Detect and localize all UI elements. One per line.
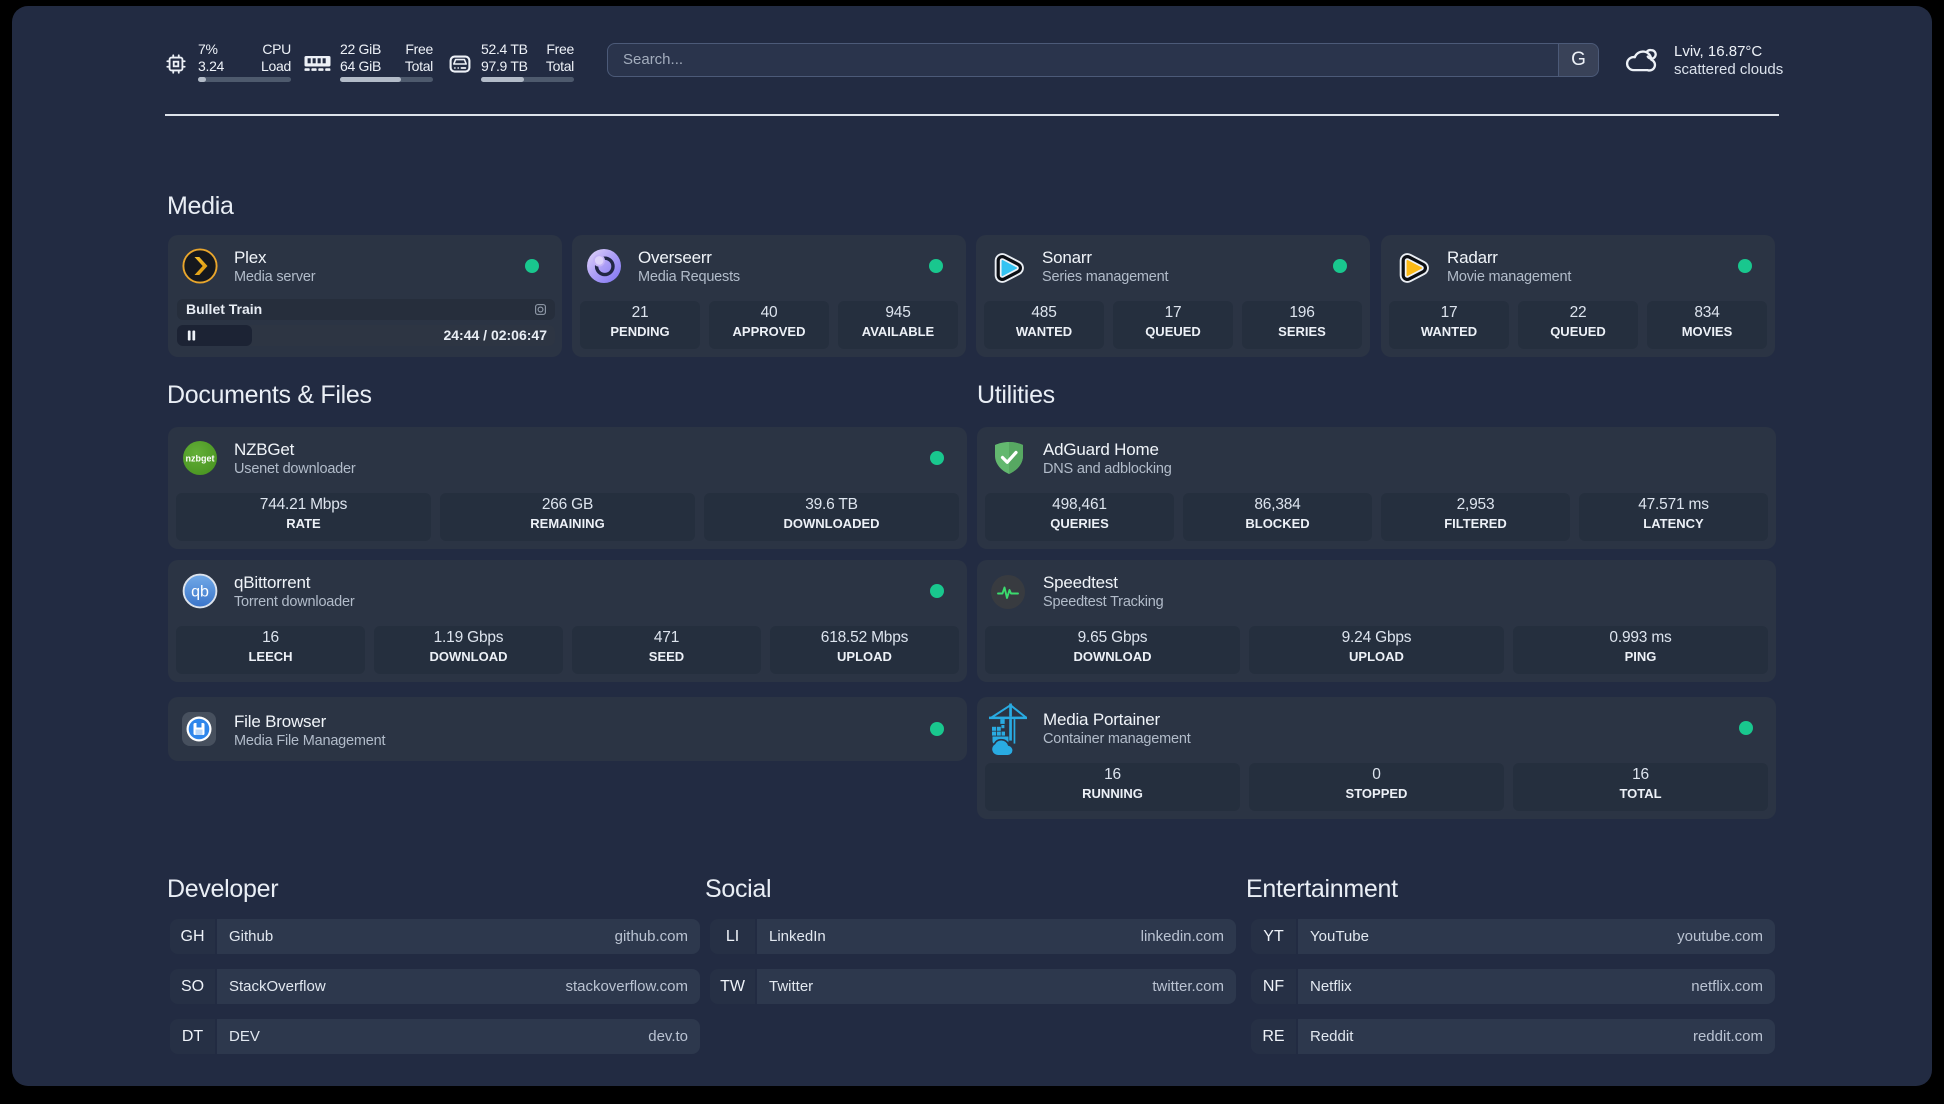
svg-text:qb: qb: [191, 584, 209, 601]
svg-text:nzbget: nzbget: [186, 454, 215, 464]
